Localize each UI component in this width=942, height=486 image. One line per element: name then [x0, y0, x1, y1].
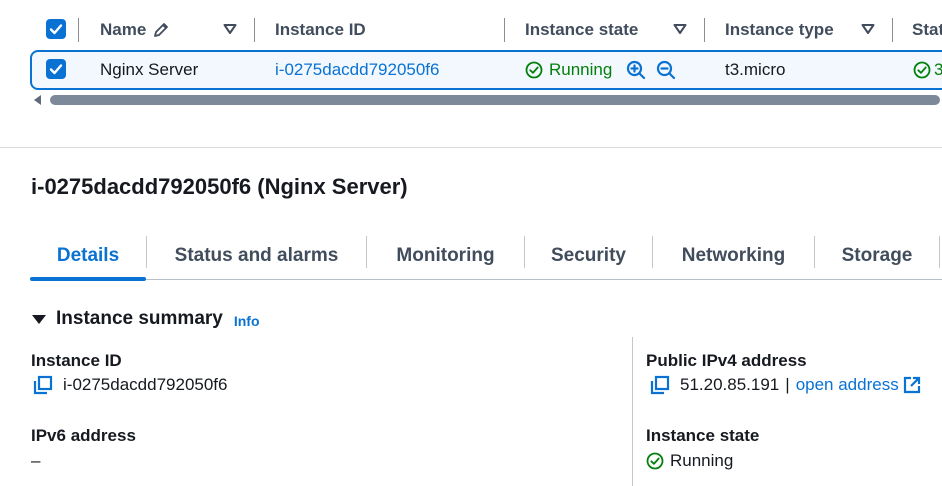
pencil-icon[interactable] — [152, 21, 170, 39]
row-name: Nginx Server — [100, 60, 199, 79]
row-state-label: Running — [549, 60, 613, 79]
sort-caret-icon[interactable] — [223, 22, 237, 36]
table-row[interactable]: Nginx Server i-0275dacdd792050f6 Running… — [30, 50, 942, 90]
status-running-icon — [646, 452, 664, 470]
tab-monitoring[interactable]: Monitoring — [367, 232, 524, 280]
external-link-icon[interactable] — [903, 376, 921, 394]
column-divider — [504, 18, 505, 42]
instance-state-label: Instance state — [646, 426, 760, 445]
instance-id-text: i-0275dacdd792050f6 — [63, 375, 228, 394]
row-instance-id-link[interactable]: i-0275dacdd792050f6 — [275, 52, 439, 88]
tab-security[interactable]: Security — [525, 232, 652, 280]
instance-summary-header: Instance summary Info — [32, 308, 260, 330]
tab-details[interactable]: Details — [30, 232, 146, 281]
column-header-label: Stat — [912, 20, 942, 39]
select-all-checkbox[interactable] — [46, 19, 66, 39]
info-link[interactable]: Info — [234, 313, 260, 329]
column-header-label: Instance state — [525, 20, 639, 39]
open-address-link[interactable]: open address — [796, 375, 899, 395]
column-header-status-check[interactable]: Stat — [912, 8, 942, 52]
row-status-check: 3 — [913, 52, 942, 88]
column-divider — [254, 18, 255, 42]
scroll-left-arrow-icon[interactable] — [34, 95, 41, 105]
instance-id-label: Instance ID — [31, 351, 122, 370]
detail-tabs: Details Status and alarms Monitoring Sec… — [30, 232, 942, 281]
copy-icon[interactable] — [650, 375, 670, 395]
column-header-instance-id[interactable]: Instance ID — [275, 8, 505, 52]
instances-table: Name Instance ID Instance state Instance… — [0, 0, 942, 148]
tab-networking[interactable]: Networking — [653, 232, 814, 280]
ipv6-value: – — [31, 451, 41, 470]
tab-divider — [939, 236, 940, 268]
detail-title: i-0275dacdd792050f6 (Nginx Server) — [31, 174, 408, 199]
column-divider — [78, 18, 79, 42]
checkbox-checked-icon — [49, 24, 63, 35]
column-header-name[interactable]: Name — [78, 8, 268, 52]
value-separator: | — [785, 375, 790, 394]
row-instance-state: Running — [525, 52, 676, 88]
instance-state-text: Running — [670, 451, 734, 470]
row-checkbox[interactable] — [46, 59, 66, 79]
row-instance-type: t3.micro — [725, 60, 786, 79]
instance-summary-title[interactable]: Instance summary — [56, 308, 223, 330]
horizontal-scrollbar[interactable] — [34, 94, 940, 106]
column-header-instance-type[interactable]: Instance type — [725, 8, 893, 52]
column-divider — [704, 18, 705, 42]
column-divider — [892, 18, 893, 42]
tab-storage[interactable]: Storage — [815, 232, 939, 280]
scrollbar-thumb[interactable] — [50, 95, 940, 105]
column-header-label: Name — [100, 20, 147, 39]
sort-caret-icon[interactable] — [673, 22, 687, 36]
table-header: Name Instance ID Instance state Instance… — [0, 8, 942, 52]
column-divider — [632, 337, 633, 486]
tab-status-and-alarms[interactable]: Status and alarms — [147, 232, 366, 280]
ipv6-label: IPv6 address — [31, 426, 136, 445]
public-ipv4-text: 51.20.85.191 — [680, 375, 780, 394]
expand-caret-icon[interactable] — [32, 314, 46, 324]
instance-state-value: Running — [646, 451, 733, 471]
copy-icon[interactable] — [33, 375, 53, 395]
public-ipv4-value: 51.20.85.191 | open address — [650, 375, 921, 395]
public-ipv4-label: Public IPv4 address — [646, 351, 807, 370]
column-header-instance-state[interactable]: Instance state — [525, 8, 705, 52]
sort-caret-icon[interactable] — [861, 22, 875, 36]
status-running-icon — [525, 61, 543, 79]
column-header-label: Instance ID — [275, 20, 366, 39]
checkbox-checked-icon — [49, 64, 63, 75]
row-status-check-label: 3 — [934, 60, 942, 79]
zoom-in-icon[interactable] — [626, 60, 646, 80]
zoom-out-icon[interactable] — [656, 60, 676, 80]
column-header-label: Instance type — [725, 20, 834, 39]
status-running-icon — [913, 61, 931, 79]
instance-id-value: i-0275dacdd792050f6 — [33, 375, 227, 395]
